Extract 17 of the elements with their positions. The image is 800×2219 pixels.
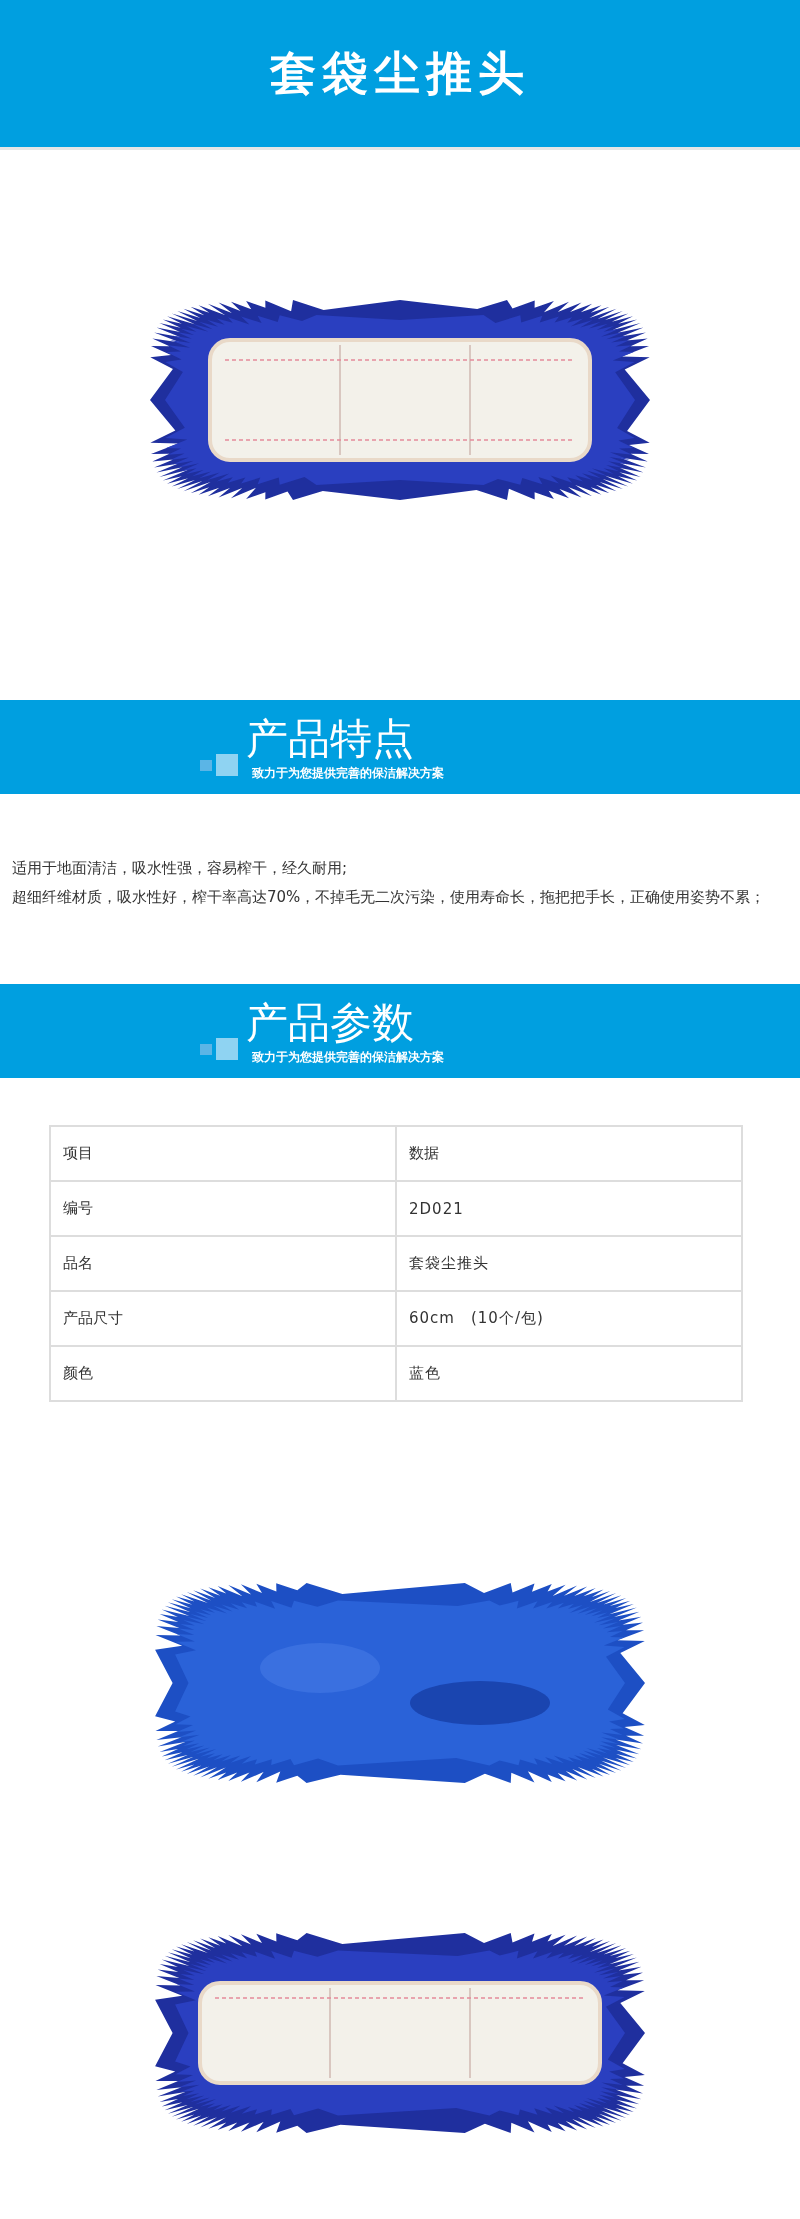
table-cell: 品名 — [50, 1236, 396, 1291]
section-subtitle: 致力于为您提供完善的保洁解决方案 — [252, 764, 444, 782]
page-title: 套袋尘推头 — [270, 44, 530, 102]
feature-text: 超细纤维材质，吸水性好，榨干率高达70%，不掉毛无二次污染，使用寿命长，拖把把手长，正确使用姿势不累； — [12, 887, 767, 908]
table-header: 数据 — [396, 1126, 742, 1181]
table-cell: 产品尺寸 — [50, 1291, 396, 1346]
section-title: 产品特点 — [246, 712, 415, 765]
table-cell: 2D021 — [396, 1181, 742, 1236]
table-cell: 套袋尘推头 — [396, 1236, 742, 1291]
table-cell: 颜色 — [50, 1346, 396, 1401]
section-title: 产品参数 — [246, 996, 415, 1049]
feature-text: 适用于地面清洁，吸水性强，容易榨干，经久耐用; — [12, 858, 349, 879]
table-cell: 编号 — [50, 1181, 396, 1236]
section-subtitle: 致力于为您提供完善的保洁解决方案 — [252, 1048, 444, 1066]
table-cell: 60cm (10个/包) — [396, 1291, 742, 1346]
table-header: 项目 — [50, 1126, 396, 1181]
table-cell: 蓝色 — [396, 1346, 742, 1401]
